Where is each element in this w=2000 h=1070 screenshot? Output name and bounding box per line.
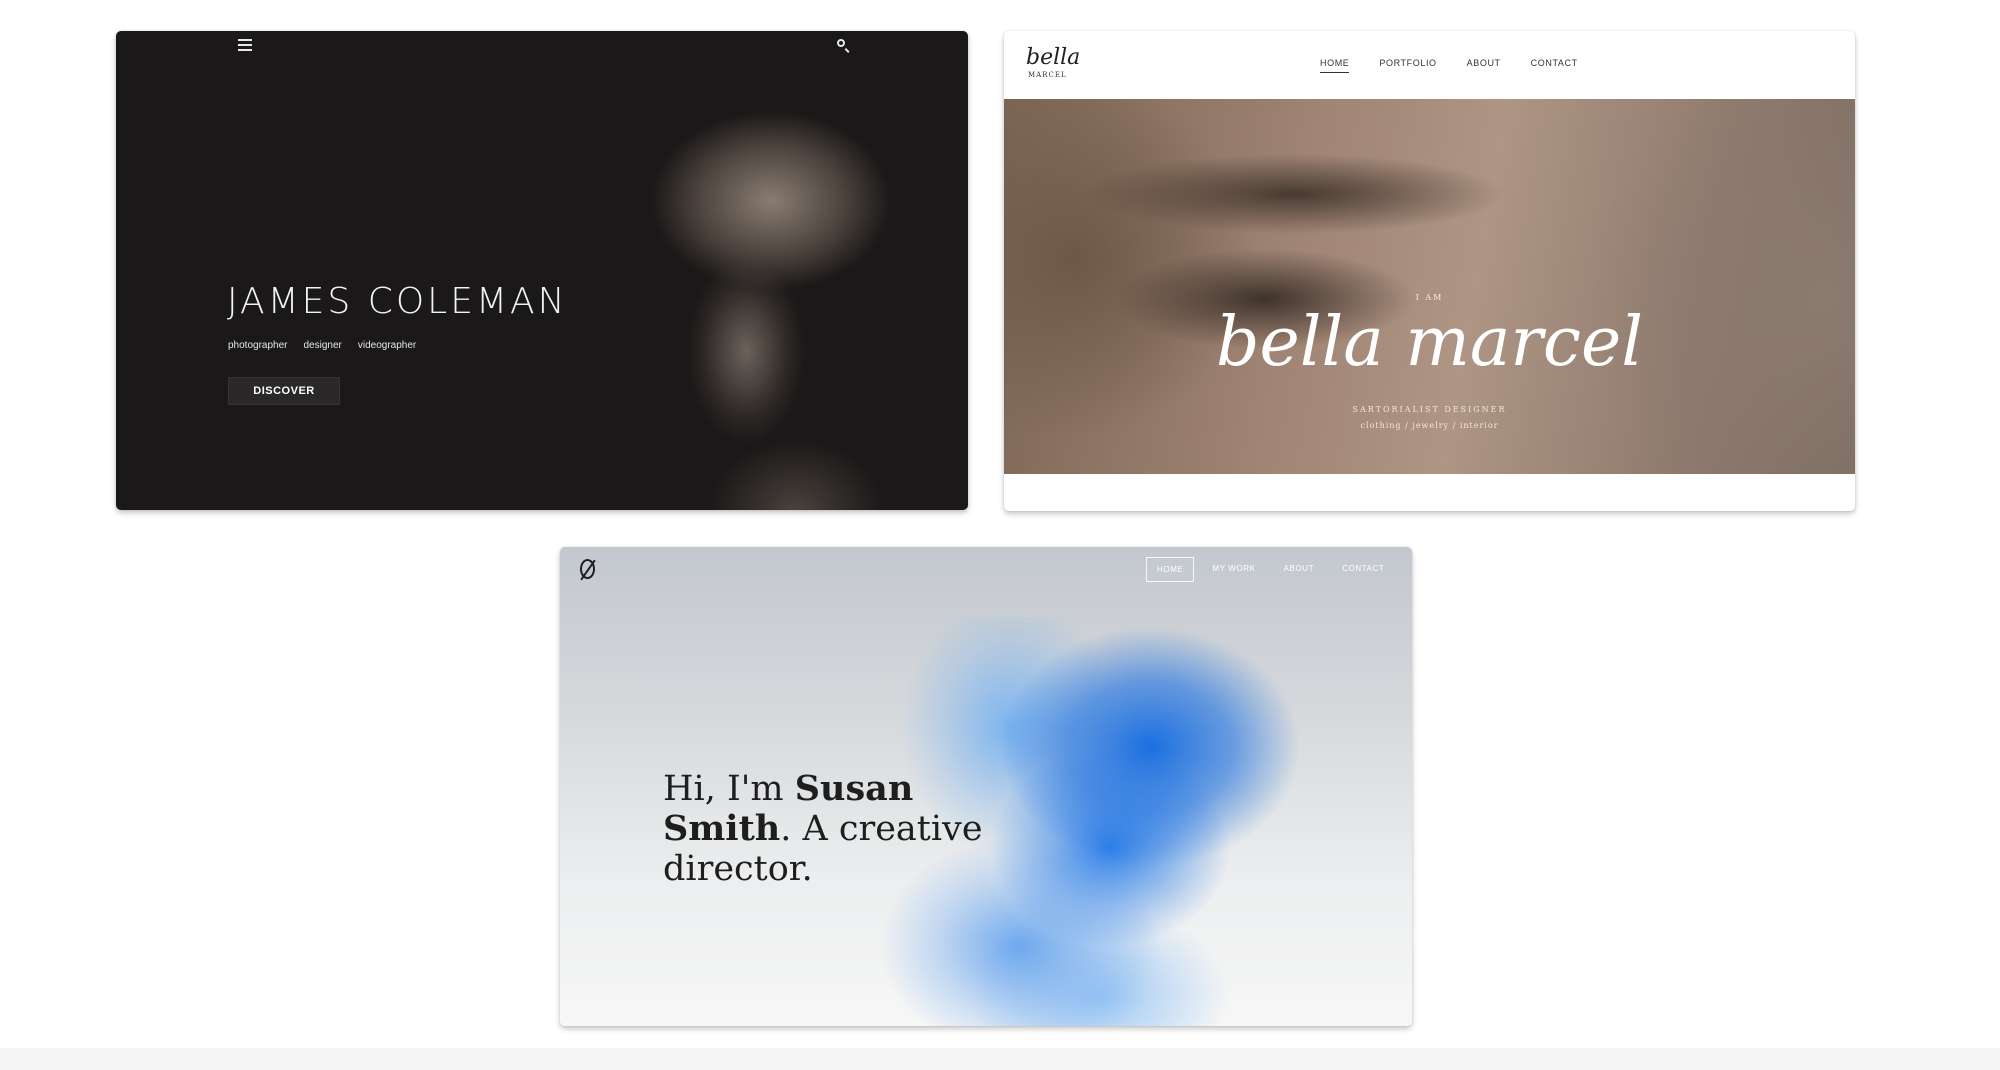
heading-prefix: Hi, I'm: [663, 769, 795, 809]
nav-item-about[interactable]: ABOUT: [1274, 557, 1325, 582]
portrait-image: [536, 91, 968, 510]
hero-image: [1004, 99, 1855, 474]
role-item: videographer: [357, 340, 417, 351]
slashed-circle-logo-icon[interactable]: [580, 559, 595, 579]
hero-title: bella marcel: [1215, 303, 1644, 382]
nav-item-contact[interactable]: CONTACT: [1332, 557, 1394, 582]
heading-name-last: Smith: [663, 808, 781, 849]
nav-item-home[interactable]: HOME: [1320, 58, 1350, 73]
hamburger-menu-icon[interactable]: [238, 39, 252, 51]
hero-name: JAMES COLEMAN: [227, 281, 568, 322]
search-icon[interactable]: [837, 39, 845, 47]
page-bottom-band: [0, 1048, 2000, 1070]
hero-subtitle: SARTORIALIST DESIGNER: [1352, 405, 1507, 414]
hero-heading: Hi, I'm Susan Smith. A creative director…: [663, 768, 1003, 890]
template-card-bella-marcel[interactable]: bella MARCEL HOME PORTFOLIO ABOUT CONTAC…: [1004, 31, 1855, 511]
role-item: photographer: [228, 340, 288, 351]
role-list: photographer designer videographer: [228, 340, 416, 351]
nav-item-my-work[interactable]: MY WORK: [1202, 557, 1265, 582]
role-item: designer: [303, 340, 342, 351]
heading-name-first: Susan: [794, 768, 914, 809]
top-nav: HOME MY WORK ABOUT CONTACT: [1146, 557, 1394, 582]
site-logo-subtext: MARCEL: [1028, 71, 1067, 79]
nav-item-home[interactable]: HOME: [1146, 557, 1195, 582]
hero-intro: I AM: [1415, 293, 1444, 302]
hero-tags: clothing / jewelry / interior: [1360, 421, 1499, 430]
nav-item-contact[interactable]: CONTACT: [1531, 58, 1578, 73]
top-nav: HOME PORTFOLIO ABOUT CONTACT: [1320, 58, 1578, 73]
nav-item-about[interactable]: ABOUT: [1467, 58, 1501, 73]
site-logo[interactable]: bella: [1026, 45, 1080, 70]
nav-item-portfolio[interactable]: PORTFOLIO: [1379, 58, 1436, 73]
discover-button[interactable]: DISCOVER: [228, 377, 340, 405]
template-card-susan-smith[interactable]: HOME MY WORK ABOUT CONTACT Hi, I'm Susan…: [560, 547, 1412, 1026]
template-card-james-coleman[interactable]: JAMES COLEMAN photographer designer vide…: [116, 31, 968, 510]
